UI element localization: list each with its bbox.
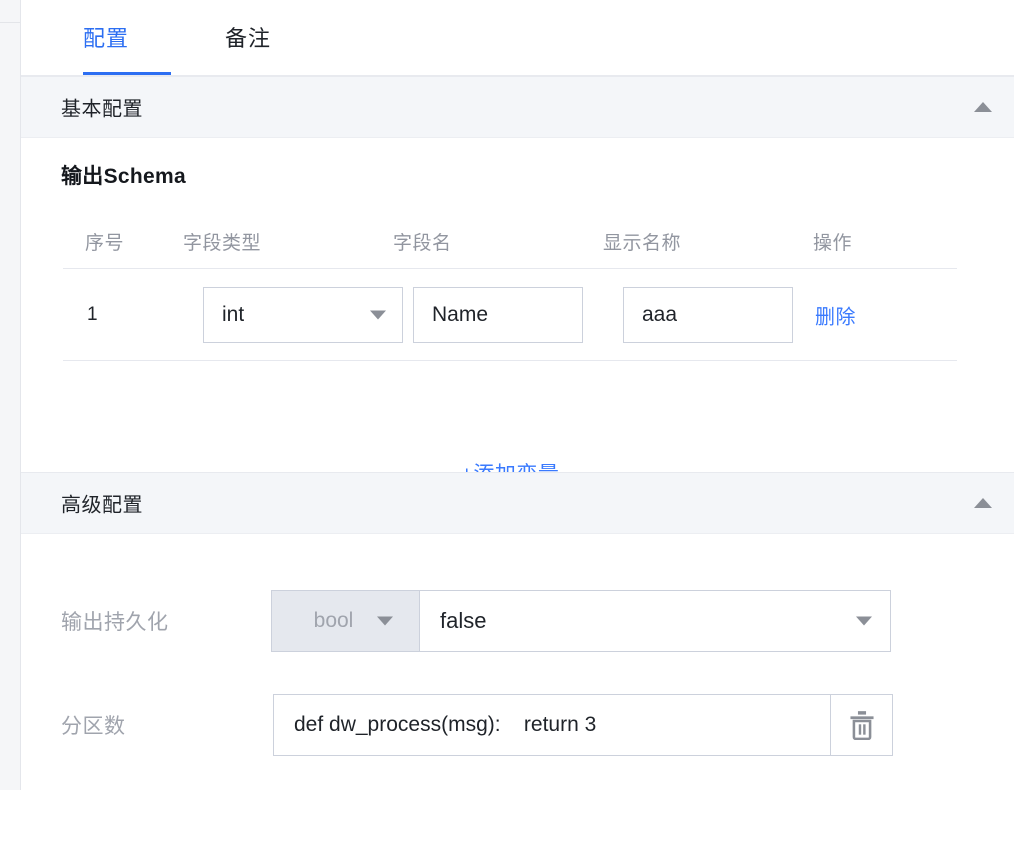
section-header-advanced[interactable]: 高级配置 [21,472,1014,534]
column-header-operation: 操作 [813,233,853,254]
display-name-value: aaa [642,302,678,326]
table-row: 1 int Name aaa 删除 [63,269,957,360]
output-schema-title: 输出Schema [61,165,186,188]
partition-count-input[interactable]: def dw_process(msg): return 3 [273,694,831,756]
output-persistence-type-value: bool [313,609,354,632]
schema-table: 序号 字段类型 字段名 显示名称 操作 1 int Name aaa 删除 [63,218,957,486]
tab-remark[interactable]: 备注 [225,24,271,54]
output-persistence-type-select[interactable]: bool [271,590,419,652]
column-header-index: 序号 [85,233,125,254]
section-body-basic: 输出Schema 序号 字段类型 字段名 显示名称 操作 1 int Name … [21,138,1014,486]
chevron-down-icon-field-type [370,310,386,319]
row-index: 1 [87,303,98,325]
section-title-basic: 基本配置 [61,98,143,121]
delete-row-link[interactable]: 删除 [815,300,856,329]
output-persistence-value-select[interactable]: false [419,590,891,652]
output-persistence-value: false [440,608,487,633]
column-header-field-name: 字段名 [393,233,452,254]
field-type-value: int [222,302,245,326]
field-name-input[interactable]: Name [413,286,583,343]
trash-icon [849,711,874,740]
gutter-divider [0,22,20,23]
triangle-up-icon-basic[interactable] [974,102,992,112]
table-divider-bottom [63,360,957,361]
column-header-field-type: 字段类型 [183,233,262,254]
app-root: 配置 备注 基本配置 输出Schema 序号 字段类型 字段名 显示名称 操作 [0,0,1014,854]
tab-config[interactable]: 配置 [83,24,129,54]
label-partition-count: 分区数 [61,715,126,738]
partition-count-value: def dw_process(msg): return 3 [294,713,597,736]
form-row-partition-count: 分区数 def dw_process(msg): return 3 [21,694,1014,756]
form-row-output-persistence: 输出持久化 bool false [21,590,1014,652]
config-panel: 配置 备注 基本配置 输出Schema 序号 字段类型 字段名 显示名称 操作 [20,0,1014,854]
display-name-input[interactable]: aaa [623,286,793,343]
triangle-up-icon-advanced[interactable] [974,498,992,508]
active-tab-indicator [83,72,171,75]
section-title-advanced: 高级配置 [61,494,143,517]
chevron-down-icon-persistence-value [856,616,872,626]
delete-partition-button[interactable] [831,694,893,756]
section-body-advanced: 输出持久化 bool false 分区数 def dw_process(msg)… [21,534,1014,854]
column-header-display-name: 显示名称 [603,233,682,254]
chevron-down-icon-persistence-type [377,616,393,626]
field-type-select[interactable]: int [203,286,403,343]
schema-table-header: 序号 字段类型 字段名 显示名称 操作 [63,218,957,268]
label-output-persistence: 输出持久化 [61,611,169,634]
section-header-basic[interactable]: 基本配置 [21,76,1014,138]
tab-bar: 配置 备注 [21,0,1014,76]
field-name-value: Name [432,302,489,326]
